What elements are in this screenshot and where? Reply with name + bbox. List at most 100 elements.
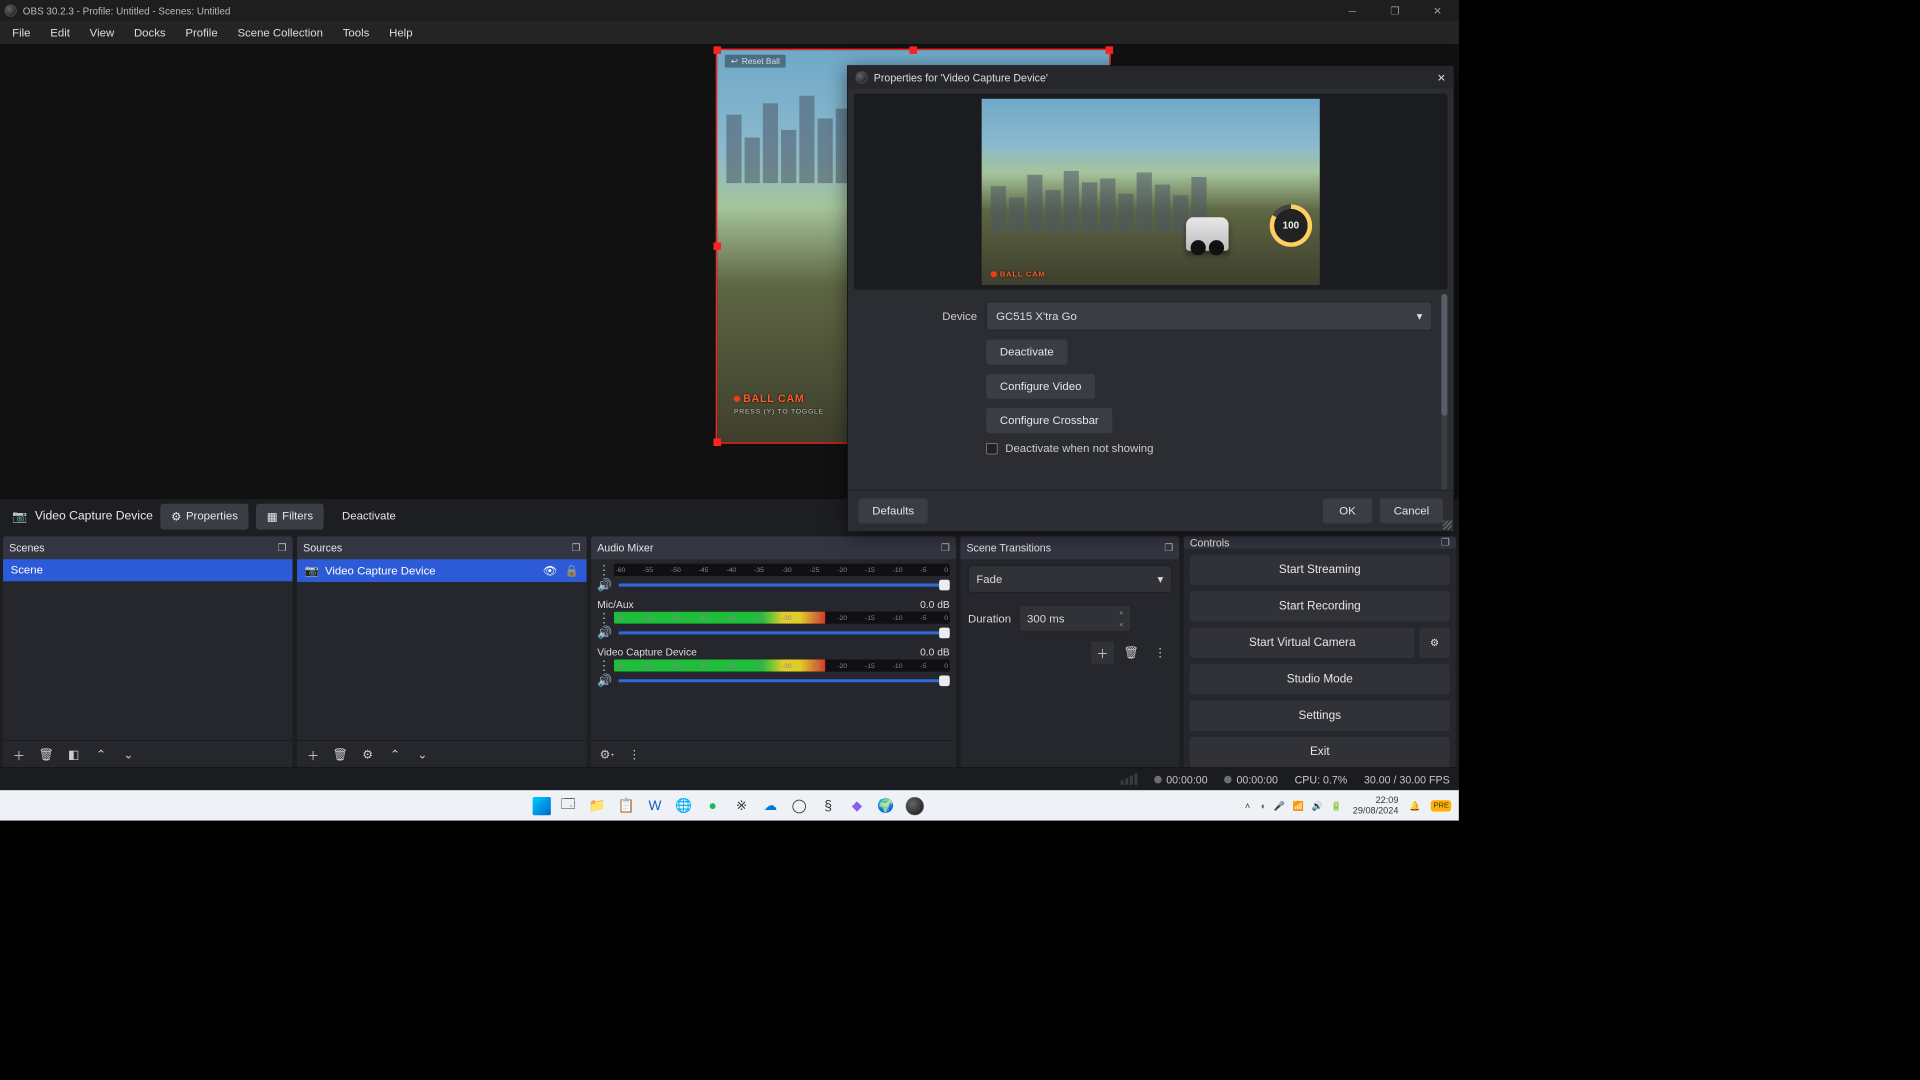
mixer-options-icon[interactable]: ⋮ bbox=[597, 614, 609, 622]
volume-slider[interactable] bbox=[618, 631, 949, 634]
speaker-icon[interactable]: 🔊 bbox=[597, 577, 612, 592]
resize-handle[interactable] bbox=[1106, 46, 1114, 54]
app-icon[interactable]: 🌍 bbox=[875, 794, 898, 817]
mixer-menu-button[interactable]: ⋮ bbox=[623, 743, 646, 766]
edge-icon[interactable]: 🌐 bbox=[672, 794, 695, 817]
visibility-icon[interactable]: 👁 bbox=[543, 564, 557, 578]
menu-file[interactable]: File bbox=[3, 23, 40, 42]
start-button[interactable] bbox=[533, 797, 551, 815]
tray-icon[interactable]: PRE bbox=[1431, 800, 1451, 811]
add-scene-button[interactable]: ＋ bbox=[8, 743, 31, 766]
mixer-options-icon[interactable]: ⋮ bbox=[597, 662, 609, 670]
advanced-audio-button[interactable]: ⚙+ bbox=[596, 743, 619, 766]
app-icon[interactable]: § bbox=[817, 794, 840, 817]
mixer-source-db: 0.0 dB bbox=[920, 647, 950, 658]
move-up-button[interactable]: ⌃ bbox=[384, 743, 407, 766]
start-streaming-button[interactable]: Start Streaming bbox=[1190, 555, 1450, 585]
source-properties-button[interactable]: ⚙Properties bbox=[161, 503, 249, 529]
wifi-icon[interactable]: 📶 bbox=[1293, 800, 1304, 811]
remove-scene-button[interactable]: 🗑 bbox=[35, 743, 58, 766]
slack-icon[interactable]: ※ bbox=[730, 794, 753, 817]
configure-crossbar-button[interactable]: Configure Crossbar bbox=[986, 408, 1112, 433]
virtual-camera-settings-button[interactable]: ⚙ bbox=[1419, 628, 1449, 658]
chrome-icon[interactable]: ◯ bbox=[788, 794, 811, 817]
scene-item[interactable]: Scene bbox=[3, 559, 292, 581]
mixer-options-icon[interactable]: ⋮ bbox=[597, 566, 609, 574]
start-recording-button[interactable]: Start Recording bbox=[1190, 591, 1450, 621]
deactivate-button[interactable]: Deactivate bbox=[986, 340, 1067, 365]
volume-slider[interactable] bbox=[618, 679, 949, 682]
remove-transition-button[interactable]: 🗑 bbox=[1120, 641, 1143, 664]
popout-icon[interactable]: ❐ bbox=[941, 542, 950, 554]
tray-icon[interactable]: ◐ bbox=[1261, 800, 1267, 811]
lock-icon[interactable]: 🔒 bbox=[565, 564, 579, 578]
exit-button[interactable]: Exit bbox=[1190, 737, 1450, 767]
properties-close-button[interactable]: ✕ bbox=[1437, 71, 1446, 84]
speaker-icon[interactable]: 🔊 bbox=[597, 625, 612, 640]
defaults-button[interactable]: Defaults bbox=[859, 498, 928, 523]
deactivate-when-not-showing-checkbox[interactable]: Deactivate when not showing bbox=[986, 442, 1432, 455]
scrollbar-thumb[interactable] bbox=[1441, 294, 1447, 416]
device-select[interactable]: GC515 X'tra Go ▾ bbox=[986, 302, 1432, 331]
word-icon[interactable]: W bbox=[644, 794, 667, 817]
system-clock[interactable]: 22:09 29/08/2024 bbox=[1353, 796, 1399, 816]
duration-input[interactable]: 300 ms ˄˅ bbox=[1019, 605, 1131, 632]
transition-menu-button[interactable]: ⋮ bbox=[1149, 641, 1172, 664]
cancel-button[interactable]: Cancel bbox=[1380, 498, 1443, 523]
menu-scene-collection[interactable]: Scene Collection bbox=[228, 23, 332, 42]
remove-source-button[interactable]: 🗑 bbox=[329, 743, 352, 766]
source-item[interactable]: 📷 Video Capture Device 👁 🔒 bbox=[297, 559, 586, 582]
move-down-button[interactable]: ⌄ bbox=[117, 743, 140, 766]
popout-icon[interactable]: ❐ bbox=[1164, 542, 1173, 554]
tray-chevron-icon[interactable]: ˄ bbox=[1245, 800, 1250, 811]
resize-handle[interactable] bbox=[713, 242, 721, 250]
menu-view[interactable]: View bbox=[81, 23, 124, 42]
resize-grip[interactable] bbox=[1443, 520, 1452, 529]
menu-docks[interactable]: Docks bbox=[125, 23, 175, 42]
start-virtual-camera-button[interactable]: Start Virtual Camera bbox=[1190, 628, 1415, 658]
transition-select[interactable]: Fade ▾ bbox=[968, 565, 1172, 592]
close-button[interactable]: ✕ bbox=[1416, 0, 1459, 21]
chevron-up-icon[interactable]: ˄ bbox=[1115, 609, 1127, 617]
move-up-button[interactable]: ⌃ bbox=[90, 743, 113, 766]
ok-button[interactable]: OK bbox=[1323, 498, 1373, 523]
minimize-button[interactable]: ─ bbox=[1331, 0, 1374, 21]
move-down-button[interactable]: ⌄ bbox=[411, 743, 434, 766]
configure-video-button[interactable]: Configure Video bbox=[986, 374, 1095, 399]
device-label: Device bbox=[856, 310, 978, 323]
studio-mode-button[interactable]: Studio Mode bbox=[1190, 664, 1450, 694]
battery-icon[interactable]: 🔋 bbox=[1331, 800, 1342, 811]
popout-icon[interactable]: ❐ bbox=[1441, 536, 1450, 548]
tray-icon[interactable]: 🔔 bbox=[1409, 800, 1420, 811]
resize-handle[interactable] bbox=[713, 438, 721, 446]
resize-handle[interactable] bbox=[909, 46, 917, 54]
popout-icon[interactable]: ❐ bbox=[278, 542, 287, 554]
volume-slider[interactable] bbox=[618, 584, 949, 587]
file-explorer-icon[interactable]: 📁 bbox=[586, 794, 609, 817]
add-transition-button[interactable]: ＋ bbox=[1091, 641, 1114, 664]
cloud-icon[interactable]: ☁ bbox=[759, 794, 782, 817]
menu-edit[interactable]: Edit bbox=[41, 23, 79, 42]
speaker-icon[interactable]: 🔊 bbox=[597, 673, 612, 688]
menu-tools[interactable]: Tools bbox=[334, 23, 379, 42]
source-filters-button[interactable]: ▦Filters bbox=[256, 503, 324, 529]
resize-handle[interactable] bbox=[713, 46, 721, 54]
source-properties-button[interactable]: ⚙ bbox=[356, 743, 379, 766]
menu-profile[interactable]: Profile bbox=[176, 23, 227, 42]
scrollbar-track[interactable] bbox=[1441, 294, 1447, 490]
spotify-icon[interactable]: ● bbox=[701, 794, 724, 817]
app-icon[interactable]: ◆ bbox=[846, 794, 869, 817]
settings-button[interactable]: Settings bbox=[1190, 701, 1450, 731]
volume-icon[interactable]: 🔊 bbox=[1312, 800, 1323, 811]
popout-icon[interactable]: ❐ bbox=[572, 542, 581, 554]
obs-taskbar-icon[interactable] bbox=[903, 794, 926, 817]
app-icon[interactable]: 📋 bbox=[615, 794, 638, 817]
task-view-button[interactable]: 🗔 bbox=[557, 794, 580, 817]
add-source-button[interactable]: ＋ bbox=[302, 743, 325, 766]
microphone-icon[interactable]: 🎤 bbox=[1274, 800, 1285, 811]
maximize-button[interactable]: ❐ bbox=[1374, 0, 1417, 21]
chevron-down-icon[interactable]: ˅ bbox=[1115, 620, 1127, 628]
menu-help[interactable]: Help bbox=[380, 23, 422, 42]
source-deactivate-button[interactable]: Deactivate bbox=[331, 503, 406, 529]
scene-filter-button[interactable]: ◧ bbox=[62, 743, 85, 766]
